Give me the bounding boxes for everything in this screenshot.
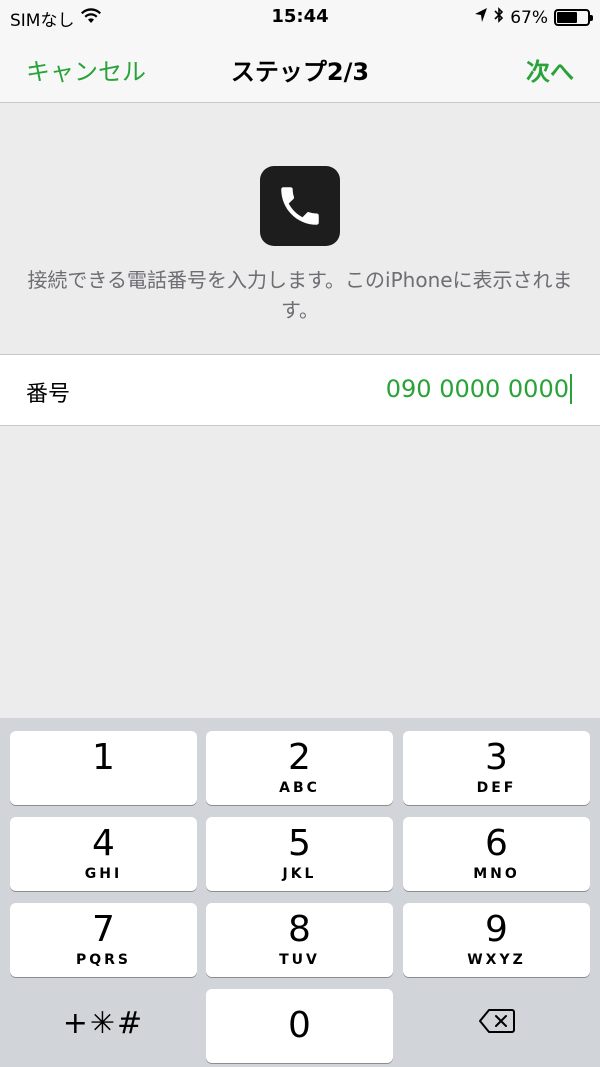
page-title: ステップ2/3 xyxy=(230,58,370,86)
key-4[interactable]: 4 GHI xyxy=(10,817,197,891)
status-right: 67% xyxy=(474,6,593,29)
phone-icon xyxy=(260,166,340,246)
backspace-icon xyxy=(478,1008,516,1038)
key-1[interactable]: 1 xyxy=(10,731,197,805)
key-6[interactable]: 6 MNO xyxy=(403,817,590,891)
bluetooth-icon xyxy=(494,6,504,29)
key-digit: 3 xyxy=(485,737,508,778)
phone-number-row[interactable]: 番号 090 0000 0000 xyxy=(0,354,600,426)
key-digit: 2 xyxy=(288,737,311,778)
key-0[interactable]: 0 xyxy=(206,989,393,1063)
text-caret xyxy=(570,374,572,404)
key-letters: MNO xyxy=(473,866,520,882)
battery-percent: 67% xyxy=(510,7,548,28)
key-letters: PQRS xyxy=(75,952,132,968)
key-letters: ABC xyxy=(279,780,320,796)
key-digit: 8 xyxy=(288,909,311,950)
key-digit: 9 xyxy=(485,909,508,950)
key-2[interactable]: 2 ABC xyxy=(206,731,393,805)
key-3[interactable]: 3 DEF xyxy=(403,731,590,805)
key-digit: 4 xyxy=(92,823,115,864)
key-letters: DEF xyxy=(476,780,517,796)
key-letters: WXYZ xyxy=(467,952,526,968)
key-letters: JKL xyxy=(282,866,317,882)
description-text: 接続できる電話番号を入力します。このiPhoneに表示されます。 xyxy=(27,268,573,322)
key-letters: TUV xyxy=(279,952,320,968)
key-digit: 0 xyxy=(288,1005,311,1046)
symbols-key[interactable]: +✳# xyxy=(10,986,197,1060)
key-digit: 7 xyxy=(92,909,115,950)
phone-number-value: 090 0000 0000 xyxy=(385,375,569,403)
battery-level xyxy=(557,12,578,23)
next-button[interactable]: 次へ xyxy=(526,52,574,87)
key-5[interactable]: 5 JKL xyxy=(206,817,393,891)
key-7[interactable]: 7 PQRS xyxy=(10,903,197,977)
navigation-bar: キャンセル ステップ2/3 次へ xyxy=(0,32,600,103)
delete-key[interactable] xyxy=(403,986,590,1060)
symbols-label: +✳# xyxy=(62,1005,145,1041)
key-digit: 1 xyxy=(92,737,115,778)
key-digit: 5 xyxy=(288,823,311,864)
key-8[interactable]: 8 TUV xyxy=(206,903,393,977)
status-bar: SIMなし 15:44 67% xyxy=(0,0,600,32)
key-9[interactable]: 9 WXYZ xyxy=(403,903,590,977)
location-arrow-icon xyxy=(474,7,488,28)
phone-number-label: 番号 xyxy=(26,382,71,407)
numeric-keypad: 1 2 ABC 3 DEF 4 GHI 5 JKL 6 MNO 7 PQRS 8 xyxy=(0,718,600,1067)
key-letters: GHI xyxy=(84,866,123,882)
battery-icon xyxy=(554,9,593,26)
key-digit: 6 xyxy=(485,823,508,864)
phone-number-input[interactable]: 090 0000 0000 xyxy=(386,374,572,404)
screen: SIMなし 15:44 67% キャンセル ステップ2/3 次へ 接続できる電話… xyxy=(0,0,600,1067)
